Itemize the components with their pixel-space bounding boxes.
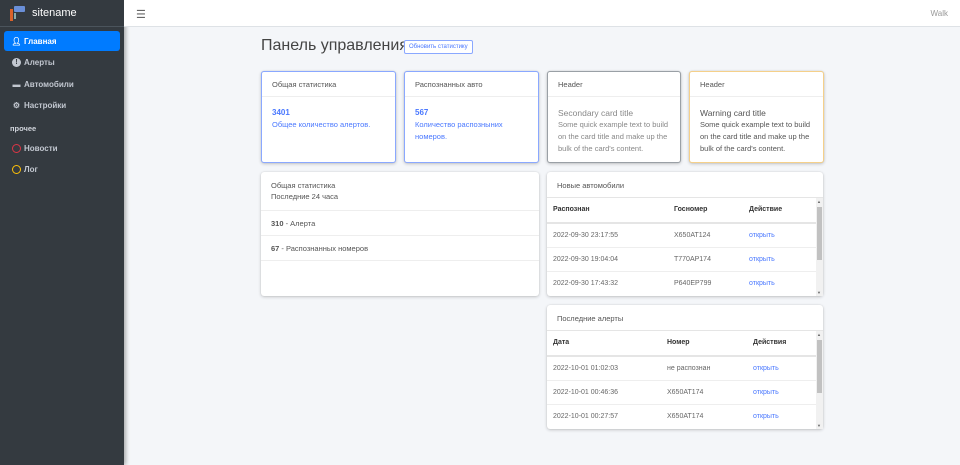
table-row: 2022-09-30 19:04:04 T770AP174 открыть	[547, 247, 816, 272]
gear-icon: ⚙	[12, 101, 21, 110]
sidebar-item-alerts[interactable]: ! Алерты	[4, 53, 120, 73]
open-link[interactable]: открыть	[753, 365, 779, 372]
card-title: Новые автомобили	[557, 181, 625, 190]
sidebar-item-label: Настройки	[24, 101, 67, 110]
table-row: 2022-09-30 23:17:55 X650AT124 открыть	[547, 222, 816, 248]
menu-toggle-icon[interactable]: ☰	[136, 8, 146, 21]
cell-date: 2022-09-30 23:17:55	[547, 222, 668, 248]
card-text: Some quick example text to build on the …	[700, 120, 811, 153]
card-header: Header	[690, 72, 823, 97]
cell-plate: X650AT124	[668, 222, 743, 248]
column-header: Распознан	[547, 198, 668, 224]
column-header: Номер	[661, 331, 747, 357]
stat-value: 310	[271, 219, 284, 228]
sidebar: sitename 👤︎ Главная ! Алерты ▬ Автомобили ⚙…	[0, 0, 124, 465]
new-cars-card: Новые автомобили Распознан Госномер Действ…	[547, 172, 823, 296]
new-cars-table-container[interactable]: Распознан Госномер Действие 2022-09-30 23:…	[547, 197, 823, 296]
car-icon: ▬	[12, 79, 21, 89]
cell-date: 2022-10-01 00:46:36	[547, 380, 661, 405]
stat-card-cars: Распознанных авто 567 Количество распозны…	[404, 71, 539, 163]
brand-name: sitename	[32, 7, 77, 19]
column-header: Действие	[743, 198, 816, 224]
sidebar-item-home[interactable]: 👤︎ Главная	[4, 31, 120, 51]
open-link[interactable]: открыть	[749, 232, 775, 239]
cell-date: 2022-10-01 00:27:57	[547, 404, 661, 429]
card-header: Распознанных авто	[405, 72, 538, 97]
recent-alerts-table: Дата Номер Действия 2022-10-01 01:02:03 не …	[547, 331, 816, 429]
sidebar-item-log[interactable]: Лог	[4, 160, 120, 180]
cell-date: 2022-10-01 01:02:03	[547, 355, 661, 381]
card-value: 567	[415, 108, 429, 117]
stats-24h-card: Общая статистика Последние 24 часа 310 - …	[261, 172, 539, 296]
stat-card-alerts: Общая статистика 3401 Общее количество ал…	[261, 71, 396, 163]
new-cars-table: Распознан Госномер Действие 2022-09-30 23:…	[547, 198, 816, 296]
sidebar-item-label: Главная	[24, 36, 57, 46]
card-title: Общая статистика	[271, 181, 336, 190]
secondary-card: Header Secondary card title Some quick ex…	[547, 71, 681, 163]
column-header: Действия	[747, 331, 816, 357]
sidebar-item-label: Автомобили	[24, 79, 74, 89]
cell-plate: X650AT174	[661, 380, 747, 405]
exclamation-circle-icon: !	[12, 58, 21, 67]
card-header: Header	[548, 72, 680, 97]
sidebar-item-label: Алерты	[24, 58, 55, 67]
circle-icon	[12, 143, 21, 153]
card-subtitle: Последние 24 часа	[271, 192, 339, 201]
card-value: 3401	[272, 108, 290, 117]
scrollbar[interactable]: ▲ ▼	[816, 198, 823, 296]
stat-label: - Распознанных номеров	[279, 244, 369, 253]
card-text: Количество распозныних номеров.	[415, 120, 503, 141]
cell-plate: не распознан	[661, 355, 747, 381]
list-item: 67 - Распознанных номеров	[261, 236, 539, 261]
refresh-stats-button[interactable]: Обновить статистику	[404, 40, 473, 54]
sidebar-section-header: прочее	[10, 124, 37, 133]
cell-date: 2022-09-30 19:04:04	[547, 247, 668, 272]
open-link[interactable]: открыть	[749, 280, 775, 287]
column-header: Госномер	[668, 198, 743, 224]
cell-plate: P640EP799	[668, 271, 743, 296]
open-link[interactable]: открыть	[749, 256, 775, 263]
sidebar-item-cars[interactable]: ▬ Автомобили	[4, 74, 120, 94]
card-text: Some quick example text to build on the …	[558, 120, 669, 153]
circle-icon	[12, 165, 21, 174]
card-title: Warning card title	[700, 108, 766, 118]
table-row: 2022-09-30 17:43:32 P640EP799 открыть	[547, 271, 816, 296]
open-link[interactable]: открыть	[753, 413, 779, 420]
column-header: Дата	[547, 331, 661, 357]
sidebar-item-label: Лог	[24, 165, 38, 174]
list-item: 310 - Алерта	[261, 211, 539, 236]
sidebar-item-settings[interactable]: ⚙ Настройки	[4, 96, 120, 116]
brand[interactable]: sitename	[0, 0, 124, 27]
card-header: Общая статистика	[262, 72, 395, 97]
table-row: 2022-10-01 00:27:57 X650AT174 открыть	[547, 404, 816, 429]
user-icon: 👤︎	[11, 36, 22, 46]
card-title: Последние алерты	[557, 314, 624, 323]
cell-plate: X650AT174	[661, 404, 747, 429]
table-row: 2022-10-01 00:46:36 X650AT174 открыть	[547, 380, 816, 405]
cell-date: 2022-09-30 17:43:32	[547, 271, 668, 296]
card-text: Общее количество алертов.	[272, 120, 371, 129]
recent-alerts-table-container[interactable]: Дата Номер Действия 2022-10-01 01:02:03 не …	[547, 330, 823, 429]
camera-logo-icon	[10, 5, 26, 21]
stat-label: - Алерта	[283, 219, 316, 228]
recent-alerts-card: Последние алерты Дата Номер Действия 2022-…	[547, 305, 823, 429]
user-name[interactable]: Walk	[931, 9, 948, 18]
card-title: Secondary card title	[558, 108, 634, 118]
page-title: Панель управления	[261, 37, 408, 54]
warning-card: Header Warning card title Some quick exam…	[689, 71, 824, 163]
scrollbar[interactable]: ▲ ▼	[816, 331, 823, 429]
topbar: ☰ Walk	[124, 0, 960, 27]
cell-plate: T770AP174	[668, 247, 743, 272]
open-link[interactable]: открыть	[753, 389, 779, 396]
sidebar-item-label: Новости	[24, 143, 58, 153]
table-row: 2022-10-01 01:02:03 не распознан открыть	[547, 355, 816, 381]
sidebar-item-news[interactable]: Новости	[4, 138, 120, 158]
